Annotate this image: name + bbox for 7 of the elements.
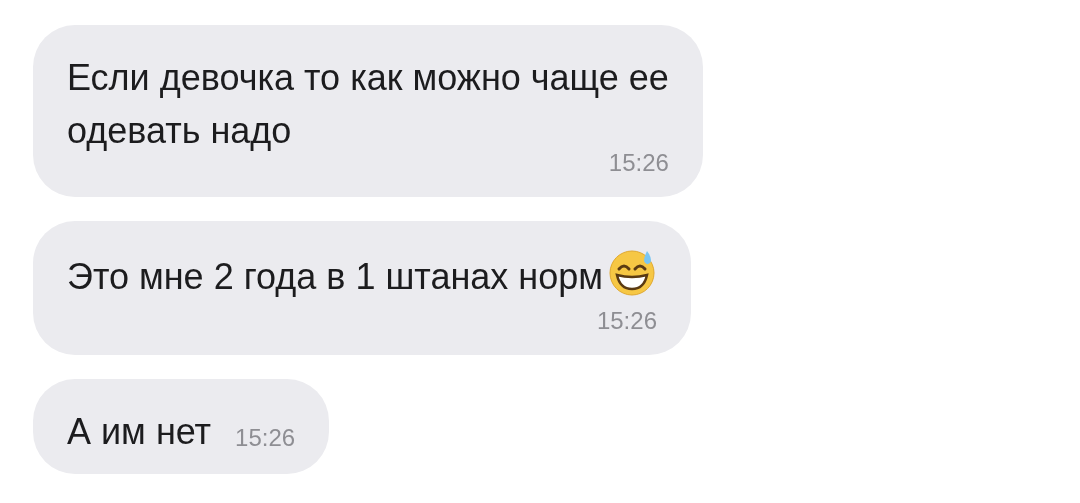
message-time: 15:26	[608, 149, 669, 176]
message-time: 15:26	[596, 307, 657, 334]
message-text: Это мне 2 года в 1 штанах норм	[67, 247, 657, 303]
message-text: Если девочка то как можно чаще ее	[67, 56, 669, 100]
message-text: одевать надо	[67, 109, 293, 153]
message-time: 15:26	[235, 424, 296, 451]
message-text: А им нет	[67, 410, 212, 454]
